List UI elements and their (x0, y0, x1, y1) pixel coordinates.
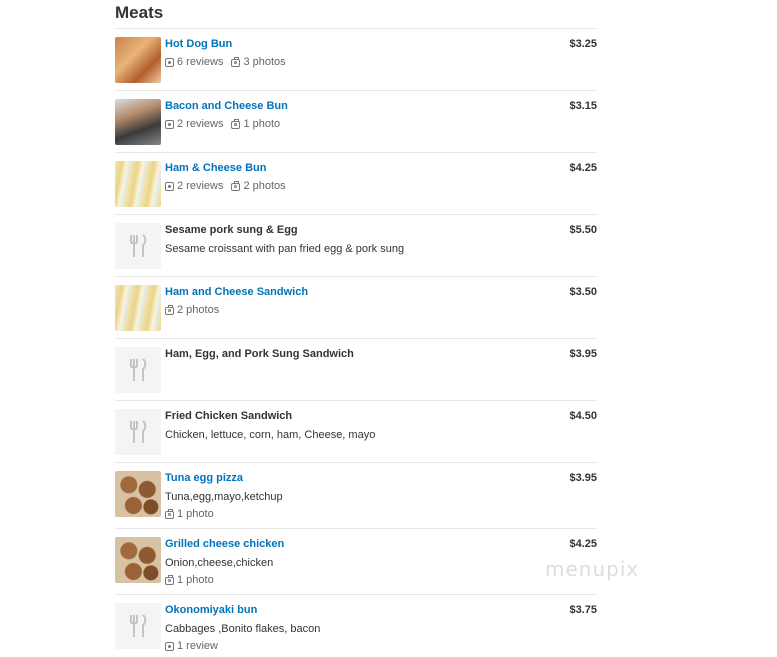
photos-link[interactable]: 2 photos (231, 180, 286, 192)
item-price: $3.75 (569, 604, 597, 616)
item-price: $5.50 (569, 224, 597, 236)
item-photo[interactable] (115, 99, 161, 145)
review-icon (165, 57, 174, 67)
menu-item-bacon-cheese-bun[interactable]: Bacon and Cheese Bun $3.15 2 reviews 1 p… (115, 91, 597, 153)
photos-link[interactable]: 1 photo (231, 118, 280, 130)
item-price: $4.25 (569, 162, 597, 174)
item-photo-placeholder (115, 223, 161, 269)
item-price: $3.50 (569, 286, 597, 298)
item-meta: 1 photo (165, 508, 214, 520)
item-meta: 1 review (165, 640, 218, 652)
item-name: Fried Chicken Sandwich (165, 410, 293, 422)
utensils-icon (130, 420, 147, 443)
photos-count: 1 photo (177, 508, 214, 520)
photos-count: 2 photos (243, 180, 286, 192)
item-description: Chicken, lettuce, corn, ham, Cheese, may… (165, 429, 376, 441)
utensils-icon (130, 234, 147, 257)
photos-count: 1 photo (243, 118, 281, 130)
utensils-icon (130, 614, 147, 637)
menu-item-hot-dog-bun[interactable]: Hot Dog Bun $3.25 6 reviews 3 photos (115, 29, 597, 91)
photos-link[interactable]: 3 photos (231, 56, 286, 68)
photos-count: 2 photos (177, 304, 220, 316)
reviews-count: 2 reviews (177, 118, 224, 130)
item-name-link[interactable]: Ham and Cheese Sandwich (165, 286, 308, 298)
item-price: $3.95 (569, 472, 597, 484)
item-photo[interactable] (115, 285, 161, 331)
item-photo[interactable] (115, 161, 161, 207)
review-icon (165, 641, 174, 651)
item-description: Onion,cheese,chicken (165, 557, 274, 569)
item-name-link[interactable]: Okonomiyaki bun (165, 604, 257, 616)
item-name-link[interactable]: Grilled cheese chicken (165, 538, 284, 550)
item-meta: 2 photos (165, 304, 219, 316)
menu-item-ham-cheese-bun[interactable]: Ham & Cheese Bun $4.25 2 reviews 2 photo… (115, 153, 597, 215)
item-name-link[interactable]: Bacon and Cheese Bun (165, 100, 288, 112)
item-photo-placeholder (115, 409, 161, 455)
item-name: Sesame pork sung & Egg (165, 224, 298, 236)
item-meta: 6 reviews 3 photos (165, 56, 286, 68)
item-photo[interactable] (115, 537, 161, 583)
reviews-count: 2 reviews (177, 180, 224, 192)
camera-icon (165, 574, 174, 585)
item-photo[interactable] (115, 471, 161, 517)
camera-icon (231, 118, 241, 129)
reviews-link[interactable]: 2 reviews (165, 180, 223, 192)
item-name-link[interactable]: Tuna egg pizza (165, 472, 243, 484)
camera-icon (165, 304, 174, 315)
photos-count: 3 photos (243, 56, 286, 68)
camera-icon (231, 180, 241, 191)
item-meta: 2 reviews 2 photos (165, 180, 286, 192)
item-price: $3.95 (569, 348, 597, 360)
menu-item-ham-egg-pork-sung-sandwich: Ham, Egg, and Pork Sung Sandwich $3.95 (115, 339, 597, 401)
photos-link[interactable]: 1 photo (165, 574, 214, 586)
item-price: $4.50 (569, 410, 597, 422)
menu-item-tuna-egg-pizza[interactable]: Tuna egg pizza $3.95 Tuna,egg,mayo,ketch… (115, 463, 597, 529)
item-photo[interactable] (115, 37, 161, 83)
reviews-link[interactable]: 6 reviews (165, 56, 223, 68)
item-description: Tuna,egg,mayo,ketchup (165, 491, 283, 503)
item-price: $4.25 (569, 538, 597, 550)
section-title: Meats (115, 3, 164, 22)
menu-item-okonomiyaki-bun[interactable]: Okonomiyaki bun $3.75 Cabbages ,Bonito f… (115, 595, 597, 657)
photos-link[interactable]: 1 photo (165, 508, 214, 520)
menu-item-grilled-cheese-chicken[interactable]: Grilled cheese chicken $4.25 Onion,chees… (115, 529, 597, 595)
item-meta: 1 photo (165, 574, 214, 586)
item-meta: 2 reviews 1 photo (165, 118, 280, 130)
item-price: $3.15 (569, 100, 597, 112)
item-name-link[interactable]: Hot Dog Bun (165, 38, 232, 50)
reviews-count: 6 reviews (177, 56, 224, 68)
reviews-link[interactable]: 1 review (165, 640, 218, 652)
item-name: Ham, Egg, and Pork Sung Sandwich (165, 348, 354, 360)
item-description: Sesame croissant with pan fried egg & po… (165, 243, 405, 255)
item-photo-placeholder (115, 347, 161, 393)
item-name-link[interactable]: Ham & Cheese Bun (165, 162, 266, 174)
camera-icon (165, 508, 174, 519)
reviews-count: 1 review (177, 640, 218, 652)
menu-list: Hot Dog Bun $3.25 6 reviews 3 photos Bac… (115, 28, 597, 657)
camera-icon (231, 56, 241, 67)
review-icon (165, 119, 174, 129)
photos-count: 1 photo (177, 574, 214, 586)
menu-item-fried-chicken-sandwich: Fried Chicken Sandwich $4.50 Chicken, le… (115, 401, 597, 463)
menu-item-ham-cheese-sandwich[interactable]: Ham and Cheese Sandwich $3.50 2 photos (115, 277, 597, 339)
item-photo-placeholder (115, 603, 161, 649)
photos-link[interactable]: 2 photos (165, 304, 219, 316)
menu-item-sesame-pork-sung-egg: Sesame pork sung & Egg $5.50 Sesame croi… (115, 215, 597, 277)
watermark-logo: menupix (545, 557, 640, 581)
reviews-link[interactable]: 2 reviews (165, 118, 223, 130)
item-price: $3.25 (569, 38, 597, 50)
item-description: Cabbages ,Bonito flakes, bacon (165, 623, 321, 635)
review-icon (165, 181, 174, 191)
utensils-icon (130, 358, 147, 381)
